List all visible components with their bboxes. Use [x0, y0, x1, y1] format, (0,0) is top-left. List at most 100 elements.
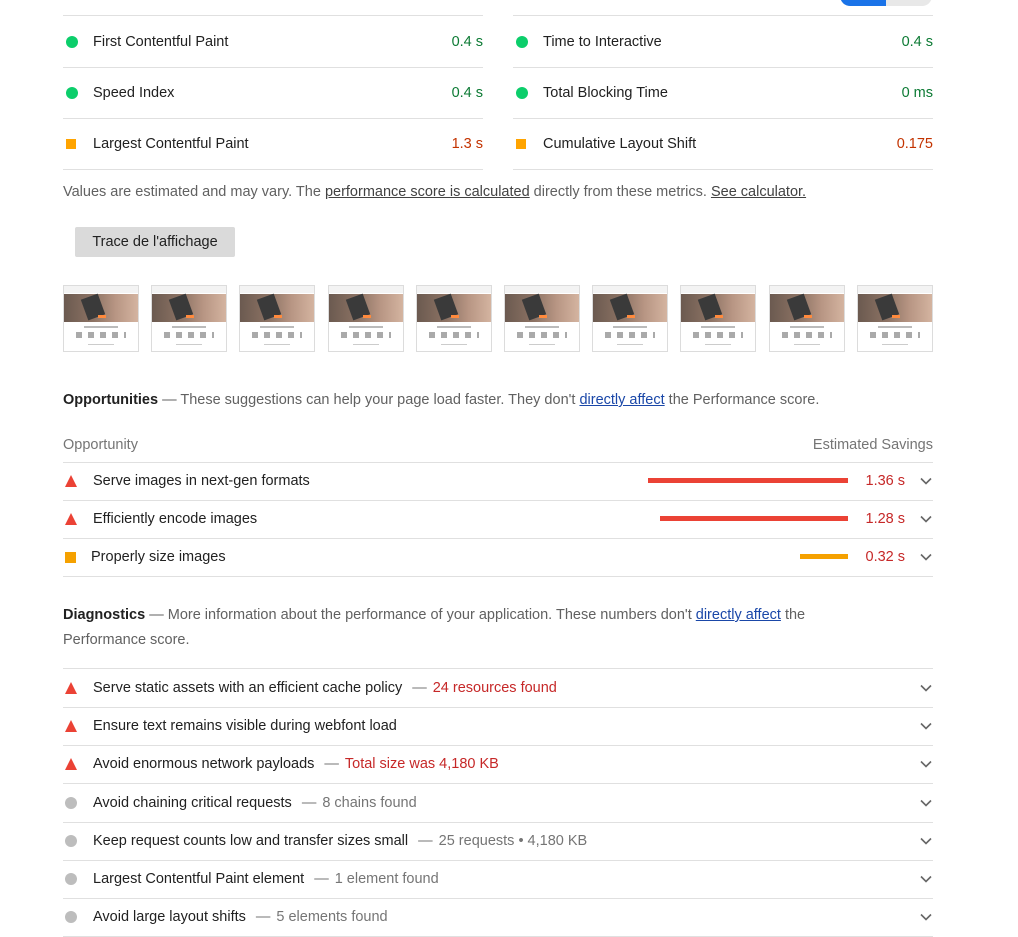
- average-square-icon: [63, 551, 91, 563]
- diagnostic-label: Ensure text remains visible during webfo…: [93, 718, 397, 735]
- filmstrip-frame: [63, 285, 139, 352]
- info-dot-icon: [63, 834, 93, 847]
- diagnostics-desc: — More information about the performance…: [145, 607, 696, 623]
- detail-separator: —: [324, 756, 339, 773]
- savings-bar: [800, 554, 848, 559]
- diagnostic-detail: 8 chains found: [322, 794, 417, 811]
- diagnostics-header: Diagnostics — More information about the…: [63, 603, 943, 653]
- diagnostic-label: Keep request counts low and transfer siz…: [93, 832, 409, 849]
- note-text: directly from these metrics.: [529, 184, 711, 200]
- view-toggle-active[interactable]: [840, 0, 886, 6]
- diagnostics-desc: the: [780, 607, 806, 623]
- metric-value: 0.4 s: [451, 33, 483, 50]
- filmstrip-frame: [856, 285, 933, 352]
- opportunity-label: Serve images in next-gen formats: [93, 473, 310, 489]
- metric-row: Cumulative Layout Shift 0.175: [513, 118, 933, 169]
- see-calculator-link[interactable]: See calculator.: [711, 184, 806, 200]
- note-text: Values are estimated and may vary. The: [63, 184, 325, 200]
- info-dot-icon: [63, 873, 93, 885]
- detail-separator: —: [255, 909, 271, 926]
- fail-triangle-icon: [63, 513, 93, 525]
- metric-label: Total Blocking Time: [543, 84, 668, 101]
- diagnostic-label: Largest Contentful Paint element: [93, 871, 305, 887]
- opportunity-label: Properly size images: [91, 549, 226, 565]
- filmstrip-frame: [151, 285, 228, 352]
- metrics-note: Values are estimated and may vary. The p…: [63, 184, 806, 200]
- diagnostics-desc: Performance score.: [63, 632, 190, 648]
- directly-affect-link[interactable]: directly affect: [579, 392, 664, 408]
- diagnostic-row[interactable]: Avoid enormous network payloads — Total si…: [63, 745, 933, 783]
- average-square-icon: [513, 138, 543, 149]
- chevron-down-icon[interactable]: [919, 872, 933, 886]
- savings-value: 1.36 s: [865, 473, 906, 489]
- opportunities-desc: — These suggestions can help your page l…: [158, 392, 580, 408]
- diagnostic-row[interactable]: Keep request counts low and transfer siz…: [63, 822, 933, 860]
- pass-dot-icon: [63, 86, 93, 99]
- detail-separator: —: [418, 832, 433, 849]
- view-trace-button[interactable]: Trace de l'affichage: [75, 227, 235, 257]
- metric-label: Speed Index: [93, 84, 175, 101]
- opportunities-desc: the Performance score.: [664, 392, 820, 408]
- savings-bar: [660, 516, 848, 521]
- diagnostic-detail: 24 resources found: [432, 680, 557, 696]
- opportunity-row[interactable]: Efficiently encode images 1.28 s: [63, 500, 933, 538]
- metric-label: Cumulative Layout Shift: [543, 135, 697, 152]
- metric-row: First Contentful Paint 0.4 s: [63, 16, 483, 67]
- chevron-down-icon[interactable]: [919, 757, 933, 771]
- chevron-down-icon[interactable]: [919, 719, 933, 733]
- diagnostic-detail: 1 element found: [334, 871, 439, 887]
- chevron-down-icon[interactable]: [919, 796, 933, 810]
- filmstrip-frame: [592, 285, 669, 352]
- chevron-down-icon[interactable]: [919, 834, 933, 848]
- diagnostic-row[interactable]: Ensure text remains visible during webfo…: [63, 707, 933, 745]
- detail-separator: —: [412, 680, 427, 696]
- metric-row: Time to Interactive 0.4 s: [513, 16, 933, 67]
- filmstrip-frame: [415, 285, 492, 352]
- metric-label: First Contentful Paint: [93, 33, 229, 50]
- opportunity-label: Efficiently encode images: [93, 511, 258, 527]
- detail-separator: —: [301, 794, 317, 811]
- opportunity-row[interactable]: Serve images in next-gen formats 1.36 s: [63, 462, 933, 500]
- diagnostic-label: Avoid chaining critical requests: [93, 794, 292, 811]
- filmstrip-frame: [504, 285, 580, 352]
- pass-dot-icon: [63, 35, 93, 48]
- diagnostic-row[interactable]: Avoid chaining critical requests — 8 chain…: [63, 784, 933, 822]
- metric-row: Speed Index 0.4 s: [63, 67, 483, 118]
- metric-row: Total Blocking Time 0 ms: [513, 67, 933, 118]
- info-dot-icon: [63, 796, 93, 809]
- diagnostic-label: Avoid large layout shifts: [93, 909, 246, 926]
- chevron-down-icon[interactable]: [919, 681, 933, 695]
- metric-label: Largest Contentful Paint: [93, 135, 249, 152]
- metric-value: 0 ms: [901, 84, 933, 101]
- divider: [513, 169, 933, 170]
- savings-value: 0.32 s: [865, 549, 906, 565]
- diagnostic-row[interactable]: Largest Contentful Paint element — 1 eleme…: [63, 860, 933, 898]
- opportunity-row[interactable]: Properly size images 0.32 s: [63, 538, 933, 576]
- diagnostic-detail: Total size was 4,180 KB: [344, 756, 499, 773]
- chevron-down-icon[interactable]: [919, 474, 933, 488]
- opportunities-title: Opportunities: [63, 392, 159, 408]
- diagnostic-row[interactable]: Avoid large layout shifts — 5 elements fou…: [63, 898, 933, 936]
- diagnostic-row[interactable]: Serve static assets with an efficient ca…: [63, 669, 933, 707]
- view-toggle[interactable]: [840, 0, 932, 6]
- chevron-down-icon[interactable]: [919, 512, 933, 526]
- opportunity-column-header: Opportunity: [63, 437, 138, 453]
- filmstrip-frame: [680, 285, 757, 352]
- directly-affect-link[interactable]: directly affect: [696, 607, 781, 623]
- filmstrip-frame: [768, 285, 845, 352]
- chevron-down-icon[interactable]: [919, 910, 933, 924]
- metric-value: 0.175: [896, 135, 933, 152]
- info-dot-icon: [63, 911, 93, 924]
- average-square-icon: [63, 138, 93, 149]
- fail-triangle-icon: [63, 720, 93, 733]
- filmstrip-frame: [327, 285, 404, 352]
- score-calculated-link[interactable]: performance score is calculated: [325, 184, 530, 200]
- savings-bar: [648, 478, 848, 483]
- fail-triangle-icon: [63, 682, 93, 694]
- fail-triangle-icon: [63, 758, 93, 771]
- diagnostic-label: Avoid enormous network payloads: [93, 756, 315, 773]
- chevron-down-icon[interactable]: [919, 550, 933, 564]
- metric-value: 0.4 s: [451, 84, 483, 101]
- diagnostics-title: Diagnostics: [63, 607, 146, 623]
- pass-dot-icon: [513, 35, 543, 48]
